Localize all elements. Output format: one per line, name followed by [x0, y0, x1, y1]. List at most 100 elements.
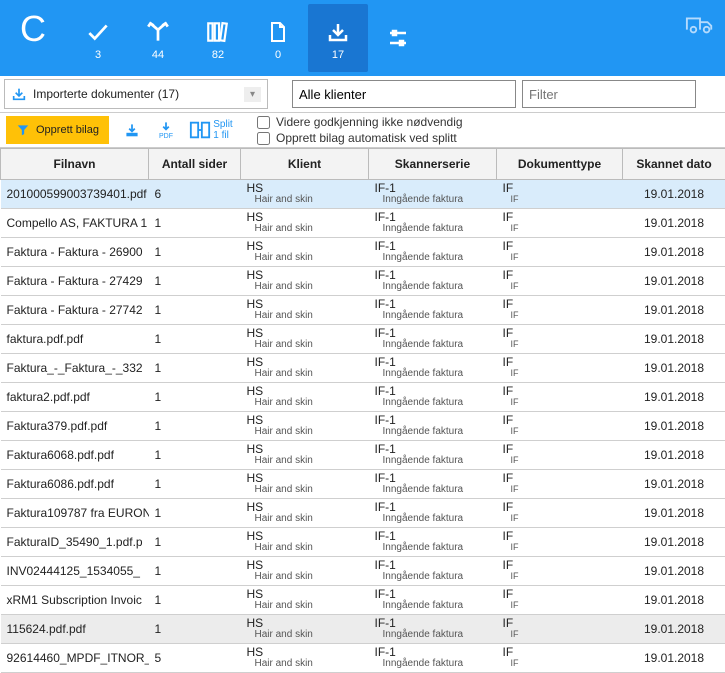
col-client[interactable]: Klient — [241, 149, 369, 180]
cell-client: HSHair and skin — [241, 325, 369, 354]
ribbon-settings[interactable] — [368, 4, 428, 72]
col-date[interactable]: Skannet dato — [623, 149, 725, 180]
download-pdf-button[interactable]: PDF — [149, 114, 183, 146]
table-row[interactable]: 115624.pdf.pdf1HSHair and skinIF-1Inngåe… — [1, 615, 725, 644]
cell-client: HSHair and skin — [241, 441, 369, 470]
cell-pages: 1 — [149, 586, 241, 615]
table-row[interactable]: xRM1 Subscription Invoic1HSHair and skin… — [1, 586, 725, 615]
cell-serie: IF-1Inngående faktura — [369, 325, 497, 354]
table-row[interactable]: FakturaID_35490_1.pdf.p1HSHair and skinI… — [1, 528, 725, 557]
table-row[interactable]: Compello AS, FAKTURA 11HSHair and skinIF… — [1, 209, 725, 238]
truck-icon[interactable] — [685, 12, 715, 36]
table-row[interactable]: Faktura - Faktura - 274291HSHair and ski… — [1, 267, 725, 296]
cell-pages: 1 — [149, 267, 241, 296]
cell-date: 19.01.2018 — [623, 296, 725, 325]
cell-filename: 201000599003739401.pdf — [1, 180, 149, 209]
table-row[interactable]: 92614460_MPDF_ITNOR_5HSHair and skinIF-1… — [1, 644, 725, 673]
cell-type: IFIF — [497, 209, 623, 238]
cell-filename: Faktura - Faktura - 27429 — [1, 267, 149, 296]
table-row[interactable]: 201000599003739401.pdf6HSHair and skinIF… — [1, 180, 725, 209]
cell-type: IFIF — [497, 644, 623, 673]
cell-pages: 1 — [149, 528, 241, 557]
cell-pages: 1 — [149, 615, 241, 644]
cell-date: 19.01.2018 — [623, 470, 725, 499]
filter-bar: Importerte dokumenter (17) ▾ — [0, 76, 725, 113]
split-file-button[interactable]: Split 1 fil — [183, 114, 239, 146]
create-voucher-button[interactable]: Opprett bilag — [6, 116, 109, 144]
ribbon-distribute[interactable]: 44 — [128, 4, 188, 72]
cell-pages: 1 — [149, 209, 241, 238]
ribbon-archive-count: 82 — [212, 49, 224, 61]
books-icon — [205, 15, 231, 49]
filter-input[interactable] — [522, 80, 696, 108]
cell-serie: IF-1Inngående faktura — [369, 354, 497, 383]
table-row[interactable]: Faktura - Faktura - 277421HSHair and ski… — [1, 296, 725, 325]
cell-filename: 92614460_MPDF_ITNOR_ — [1, 644, 149, 673]
download-file-button[interactable] — [115, 114, 149, 146]
cell-pages: 1 — [149, 238, 241, 267]
cell-serie: IF-1Inngående faktura — [369, 470, 497, 499]
ribbon-import[interactable]: 17 — [308, 4, 368, 72]
auto-create-on-split-checkbox[interactable]: Opprett bilag automatisk ved splitt — [257, 131, 463, 145]
cell-type: IFIF — [497, 441, 623, 470]
no-further-approval-checkbox[interactable]: Videre godkjenning ikke nødvendig — [257, 115, 463, 129]
clients-input[interactable] — [292, 80, 516, 108]
table-row[interactable]: Faktura - Faktura - 269001HSHair and ski… — [1, 238, 725, 267]
cell-client: HSHair and skin — [241, 528, 369, 557]
tool-row: Opprett bilag PDF Split 1 fil Videre god… — [0, 113, 725, 148]
cell-date: 19.01.2018 — [623, 412, 725, 441]
table-row[interactable]: Faktura_-_Faktura_-_3321HSHair and skinI… — [1, 354, 725, 383]
col-filename[interactable]: Filnavn — [1, 149, 149, 180]
checkbox-input[interactable] — [257, 116, 270, 129]
cell-serie: IF-1Inngående faktura — [369, 499, 497, 528]
cell-serie: IF-1Inngående faktura — [369, 528, 497, 557]
cell-type: IFIF — [497, 383, 623, 412]
table-row[interactable]: faktura2.pdf.pdf1HSHair and skinIF-1Inng… — [1, 383, 725, 412]
ribbon-archive[interactable]: 82 — [188, 4, 248, 72]
cell-pages: 5 — [149, 644, 241, 673]
table-row[interactable]: faktura.pdf.pdf1HSHair and skinIF-1Inngå… — [1, 325, 725, 354]
table-row[interactable]: Faktura379.pdf.pdf1HSHair and skinIF-1In… — [1, 412, 725, 441]
cell-client: HSHair and skin — [241, 209, 369, 238]
funnel-icon — [16, 123, 30, 137]
cell-type: IFIF — [497, 238, 623, 267]
cell-date: 19.01.2018 — [623, 238, 725, 267]
cell-filename: 115624.pdf.pdf — [1, 615, 149, 644]
check-icon — [85, 15, 111, 49]
cell-serie: IF-1Inngående faktura — [369, 412, 497, 441]
col-type[interactable]: Dokumenttype — [497, 149, 623, 180]
ribbon-documents[interactable]: 0 — [248, 4, 308, 72]
cell-type: IFIF — [497, 180, 623, 209]
cell-date: 19.01.2018 — [623, 209, 725, 238]
checkbox-input[interactable] — [257, 132, 270, 145]
chevron-down-icon: ▾ — [244, 87, 261, 102]
documents-table: Filnavn Antall sider Klient Skannerserie… — [0, 148, 725, 673]
table-header-row: Filnavn Antall sider Klient Skannerserie… — [1, 149, 725, 180]
col-serie[interactable]: Skannerserie — [369, 149, 497, 180]
cell-date: 19.01.2018 — [623, 383, 725, 412]
cell-type: IFIF — [497, 267, 623, 296]
table-row[interactable]: INV02444125_1534055_1HSHair and skinIF-1… — [1, 557, 725, 586]
cell-pages: 1 — [149, 499, 241, 528]
cell-date: 19.01.2018 — [623, 325, 725, 354]
split-label-1: Split — [213, 119, 232, 130]
cell-serie: IF-1Inngående faktura — [369, 586, 497, 615]
document-list-dropdown[interactable]: Importerte dokumenter (17) ▾ — [4, 79, 268, 109]
cell-serie: IF-1Inngående faktura — [369, 383, 497, 412]
table-row[interactable]: Faktura109787 fra EURON1HSHair and skinI… — [1, 499, 725, 528]
cell-filename: FakturaID_35490_1.pdf.p — [1, 528, 149, 557]
col-pages[interactable]: Antall sider — [149, 149, 241, 180]
cell-type: IFIF — [497, 528, 623, 557]
cell-filename: faktura.pdf.pdf — [1, 325, 149, 354]
cell-client: HSHair and skin — [241, 180, 369, 209]
cell-client: HSHair and skin — [241, 267, 369, 296]
cell-client: HSHair and skin — [241, 615, 369, 644]
cell-serie: IF-1Inngående faktura — [369, 557, 497, 586]
table-row[interactable]: Faktura6086.pdf.pdf1HSHair and skinIF-1I… — [1, 470, 725, 499]
ribbon-approve[interactable]: 3 — [68, 4, 128, 72]
cell-date: 19.01.2018 — [623, 180, 725, 209]
cell-type: IFIF — [497, 615, 623, 644]
table-row[interactable]: Faktura6068.pdf.pdf1HSHair and skinIF-1I… — [1, 441, 725, 470]
cell-client: HSHair and skin — [241, 354, 369, 383]
cell-date: 19.01.2018 — [623, 644, 725, 673]
